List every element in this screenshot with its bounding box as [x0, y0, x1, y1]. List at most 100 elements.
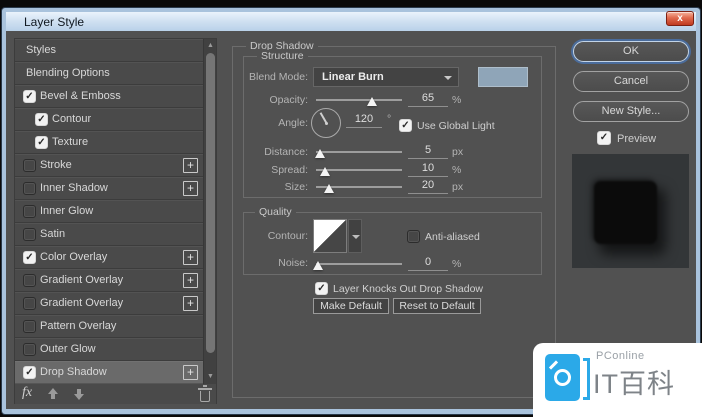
- style-enable-checkbox[interactable]: [23, 320, 36, 333]
- move-down-icon[interactable]: [73, 388, 85, 400]
- spread-slider[interactable]: [316, 169, 402, 171]
- scrollbar-thumb[interactable]: [206, 53, 215, 353]
- noise-slider-thumb[interactable]: [313, 261, 323, 270]
- move-up-icon[interactable]: [47, 388, 59, 400]
- distance-slider-thumb[interactable]: [315, 149, 325, 158]
- scroll-up-icon[interactable]: ▲: [204, 40, 217, 52]
- shadow-color-swatch[interactable]: [478, 67, 528, 87]
- add-instance-icon[interactable]: +: [183, 273, 198, 288]
- sidebar-item-satin[interactable]: Satin: [15, 223, 203, 246]
- blend-mode-value: Linear Burn: [322, 71, 384, 83]
- spread-slider-thumb[interactable]: [320, 167, 330, 176]
- angle-value[interactable]: 120: [346, 113, 382, 128]
- contour-dropdown-button[interactable]: [348, 219, 362, 253]
- anti-aliased-label: Anti-aliased: [425, 231, 480, 243]
- angle-dial[interactable]: [311, 108, 341, 138]
- size-slider-thumb[interactable]: [324, 184, 334, 193]
- spread-unit: %: [452, 164, 461, 176]
- style-enable-checkbox[interactable]: ✓: [35, 113, 48, 126]
- style-enable-checkbox[interactable]: ✓: [23, 90, 36, 103]
- noise-slider[interactable]: [316, 263, 402, 265]
- sidebar-item-stroke[interactable]: Stroke +: [15, 154, 203, 177]
- fx-icon[interactable]: fx: [22, 385, 32, 401]
- add-instance-icon[interactable]: +: [183, 365, 198, 380]
- sidebar-item-bevel-and-emboss[interactable]: ✓Bevel & Emboss: [15, 85, 203, 108]
- sidebar-item-inner-shadow[interactable]: Inner Shadow+: [15, 177, 203, 200]
- styles-scrollbar[interactable]: ▲ ▼: [203, 39, 216, 384]
- angle-label: Angle:: [218, 117, 308, 129]
- sidebar-item-texture[interactable]: ✓ Texture: [15, 131, 203, 154]
- opacity-value[interactable]: 65: [408, 92, 448, 107]
- style-enable-checkbox[interactable]: [23, 343, 36, 356]
- window-title: Layer Style: [6, 15, 84, 29]
- close-button[interactable]: x: [666, 11, 694, 26]
- sidebar-item-label: Inner Glow: [40, 200, 93, 223]
- logo-fold-icon: [583, 358, 590, 400]
- layer-knockout-checkbox[interactable]: ✓: [315, 282, 328, 295]
- quality-legend: Quality: [255, 206, 296, 218]
- noise-value[interactable]: 0: [408, 256, 448, 271]
- sidebar-item-drop-shadow[interactable]: ✓ Drop Shadow +: [15, 361, 203, 384]
- sidebar-item-blending-options[interactable]: Blending Options: [15, 62, 203, 85]
- sidebar-item-contour[interactable]: ✓Contour: [15, 108, 203, 131]
- contour-picker[interactable]: [313, 219, 347, 253]
- sidebar-item-label: Stroke: [40, 154, 72, 177]
- preview-checkbox[interactable]: ✓: [597, 131, 611, 145]
- style-enable-checkbox[interactable]: [23, 274, 36, 287]
- make-default-button[interactable]: Make Default: [313, 298, 389, 314]
- sidebar-item-gradient-overlay[interactable]: Gradient Overlay+: [15, 269, 203, 292]
- style-enable-checkbox[interactable]: [23, 159, 36, 172]
- size-slider[interactable]: [316, 186, 402, 188]
- sidebar-item-label: Drop Shadow: [40, 361, 107, 384]
- distance-value[interactable]: 5: [408, 144, 448, 159]
- style-enable-checkbox[interactable]: [23, 205, 36, 218]
- sidebar-item-label: Texture: [52, 131, 88, 154]
- noise-unit: %: [452, 258, 461, 270]
- style-enable-checkbox[interactable]: ✓: [23, 251, 36, 264]
- reset-default-button[interactable]: Reset to Default: [393, 298, 481, 314]
- preview-label: Preview: [617, 133, 656, 145]
- add-instance-icon[interactable]: +: [183, 250, 198, 265]
- add-instance-icon[interactable]: +: [183, 158, 198, 173]
- style-enable-checkbox[interactable]: [23, 228, 36, 241]
- pconline-logo-icon: [545, 354, 580, 401]
- spread-value[interactable]: 10: [408, 162, 448, 177]
- add-instance-icon[interactable]: +: [183, 181, 198, 196]
- style-preview-thumbnail: [572, 154, 689, 268]
- spread-label: Spread:: [218, 164, 308, 176]
- sidebar-item-color-overlay[interactable]: ✓ Color Overlay +: [15, 246, 203, 269]
- sidebar-item-inner-glow[interactable]: Inner Glow: [15, 200, 203, 223]
- distance-unit: px: [452, 146, 463, 158]
- layer-knockout-label: Layer Knocks Out Drop Shadow: [333, 283, 483, 295]
- styles-footer-toolbar: fx: [15, 384, 216, 404]
- cancel-button[interactable]: Cancel: [573, 71, 689, 92]
- opacity-slider[interactable]: [316, 99, 402, 101]
- opacity-slider-thumb[interactable]: [367, 97, 377, 106]
- sidebar-item-pattern-overlay[interactable]: Pattern Overlay: [15, 315, 203, 338]
- sidebar-item-label: Satin: [40, 223, 65, 246]
- anti-aliased-checkbox[interactable]: [407, 230, 420, 243]
- blend-mode-select[interactable]: Linear Burn: [313, 67, 459, 87]
- sidebar-item-outer-glow[interactable]: Outer Glow: [15, 338, 203, 361]
- style-enable-checkbox[interactable]: [23, 297, 36, 310]
- sidebar-item-styles[interactable]: Styles: [15, 39, 203, 62]
- titlebar[interactable]: Layer Style: [6, 12, 696, 31]
- style-enable-checkbox[interactable]: ✓: [23, 366, 36, 379]
- magnifier-handle: [549, 360, 558, 369]
- sidebar-item-label: Color Overlay: [40, 246, 107, 269]
- scroll-down-icon[interactable]: ▼: [204, 371, 217, 383]
- delete-effect-icon[interactable]: [200, 391, 210, 402]
- use-global-light-checkbox[interactable]: ✓: [399, 119, 412, 132]
- watermark-brand: PConline: [596, 350, 645, 362]
- distance-slider[interactable]: [316, 151, 402, 153]
- add-instance-icon[interactable]: +: [183, 296, 198, 311]
- sidebar-item-label: Pattern Overlay: [40, 315, 116, 338]
- magnifier-icon: [554, 369, 571, 386]
- new-style-button[interactable]: New Style...: [573, 101, 689, 122]
- ok-button[interactable]: OK: [573, 41, 689, 62]
- style-enable-checkbox[interactable]: [23, 182, 36, 195]
- distance-label: Distance:: [218, 146, 308, 158]
- style-enable-checkbox[interactable]: ✓: [35, 136, 48, 149]
- size-value[interactable]: 20: [408, 179, 448, 194]
- sidebar-item-gradient-overlay[interactable]: Gradient Overlay+: [15, 292, 203, 315]
